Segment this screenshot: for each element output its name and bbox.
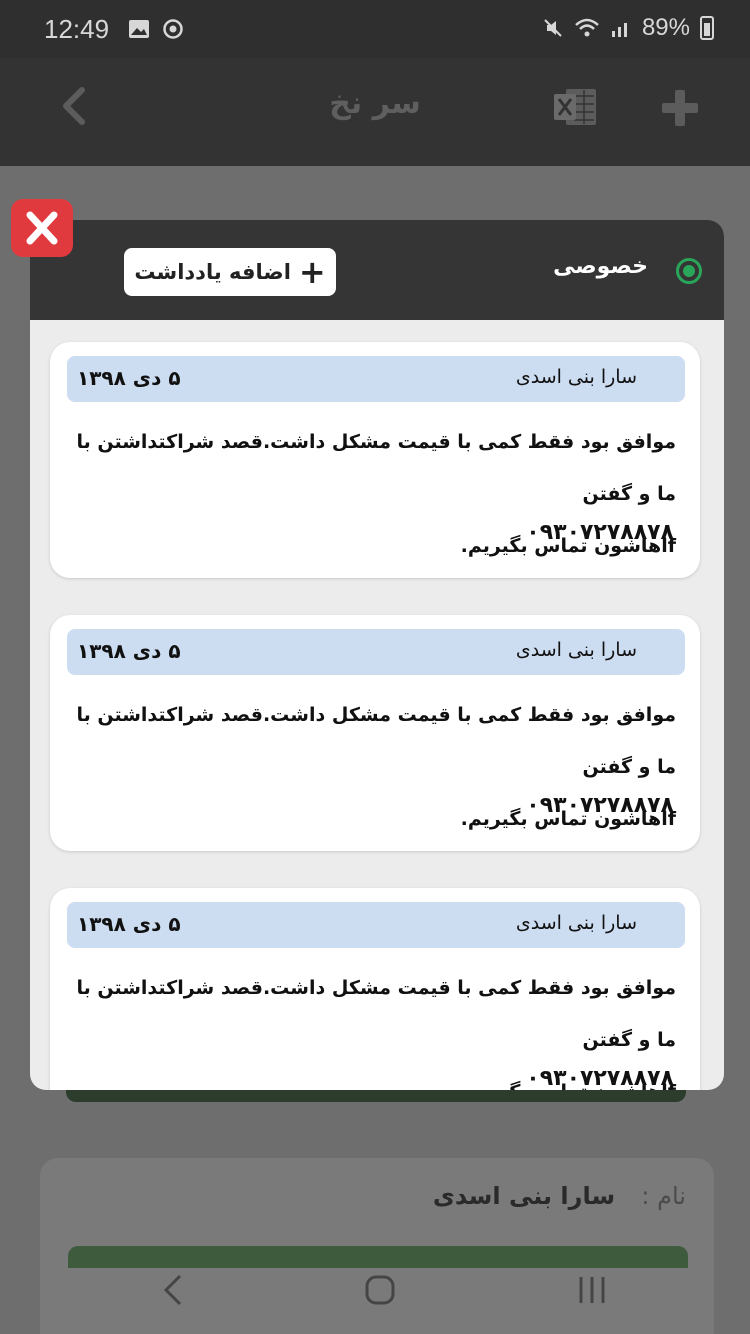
note-card: سارا بنی اسدی ۵ دی ۱۳۹۸ موافق بود فقط کم… — [50, 888, 700, 1090]
private-tab-label[interactable]: خصوصی — [553, 254, 648, 279]
app-bar: سر نخ — [0, 58, 750, 166]
notes-list[interactable]: سارا بنی اسدی ۵ دی ۱۳۹۸ موافق بود فقط کم… — [30, 320, 724, 1090]
note-author: سارا بنی اسدی — [515, 639, 637, 661]
close-modal-button[interactable] — [11, 199, 73, 257]
note-body: موافق بود فقط کمی با قیمت مشکل داشت.قصد … — [66, 689, 676, 845]
add-note-button[interactable]: + اضافه یادداشت — [124, 248, 336, 296]
system-nav-bar — [0, 1250, 750, 1334]
status-right: 89% — [542, 14, 714, 42]
image-icon — [129, 20, 149, 38]
nav-home-icon[interactable] — [360, 1270, 400, 1310]
excel-icon[interactable] — [552, 86, 598, 128]
note-line: موافق بود فقط کمی با قیمت مشکل داشت.قصد … — [76, 977, 676, 1051]
mute-icon — [544, 19, 562, 37]
name-value: سارا بنی اسدی — [432, 1182, 616, 1210]
signal-icon — [611, 23, 627, 37]
page-title: سر نخ — [329, 86, 421, 121]
sync-icon — [163, 19, 183, 39]
note-header: سارا بنی اسدی ۵ دی ۱۳۹۸ — [67, 356, 685, 402]
note-header: سارا بنی اسدی ۵ دی ۱۳۹۸ — [67, 902, 685, 948]
wifi-icon — [575, 18, 599, 37]
battery-icon — [700, 16, 714, 40]
note-header: سارا بنی اسدی ۵ دی ۱۳۹۸ — [67, 629, 685, 675]
background-name-row: نام : سارا بنی اسدی — [433, 1182, 686, 1210]
note-date: ۵ دی ۱۳۹۸ — [77, 366, 181, 390]
modal-header: خصوصی + اضافه یادداشت — [30, 220, 724, 320]
nav-recents-icon[interactable] — [572, 1270, 612, 1310]
plus-icon: + — [298, 253, 326, 291]
note-line: موافق بود فقط کمی با قیمت مشکل داشت.قصد … — [76, 431, 676, 505]
status-bar: 12:49 89% — [0, 0, 750, 58]
note-author: سارا بنی اسدی — [515, 912, 637, 934]
note-card: سارا بنی اسدی ۵ دی ۱۳۹۸ موافق بود فقط کم… — [50, 342, 700, 578]
note-card: سارا بنی اسدی ۵ دی ۱۳۹۸ موافق بود فقط کم… — [50, 615, 700, 851]
note-phone: ۰۹۳۰۷۲۷۸۸۷۸ — [526, 793, 674, 818]
note-date: ۵ دی ۱۳۹۸ — [77, 639, 181, 663]
close-icon — [26, 211, 58, 245]
note-phone: ۰۹۳۰۷۲۷۸۸۷۸ — [526, 520, 674, 545]
note-phone: ۰۹۳۰۷۲۷۸۸۷۸ — [526, 1066, 674, 1090]
note-line: موافق بود فقط کمی با قیمت مشکل داشت.قصد … — [76, 704, 676, 778]
notes-modal: خصوصی + اضافه یادداشت سارا بنی اسدی ۵ دی… — [30, 220, 724, 1090]
note-date: ۵ دی ۱۳۹۸ — [77, 912, 181, 936]
note-author: سارا بنی اسدی — [515, 366, 637, 388]
private-radio-icon[interactable] — [676, 258, 702, 284]
status-time: 12:49 — [44, 14, 110, 44]
nav-back-icon[interactable] — [154, 1270, 194, 1310]
add-note-label: اضافه یادداشت — [134, 260, 291, 284]
battery-percent: 89% — [641, 14, 690, 41]
note-body: موافق بود فقط کمی با قیمت مشکل داشت.قصد … — [66, 416, 676, 572]
name-label: نام : — [641, 1182, 686, 1210]
add-icon[interactable] — [658, 86, 702, 130]
